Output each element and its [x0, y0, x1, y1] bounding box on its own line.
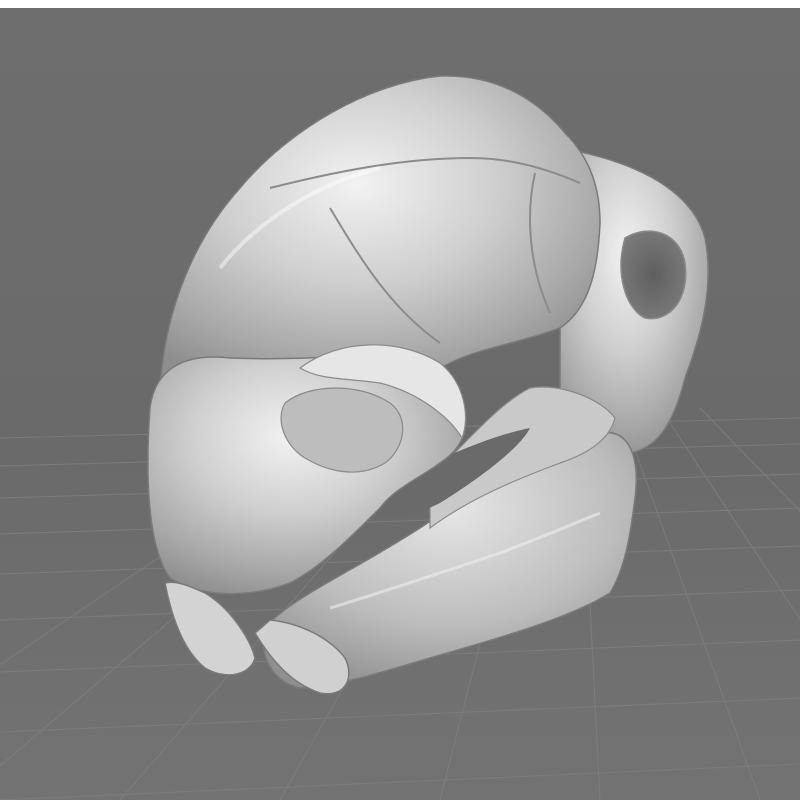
app-window	[0, 0, 800, 800]
viewport-canvas[interactable]	[0, 8, 800, 800]
skull-3d-model[interactable]	[147, 75, 709, 695]
3d-viewport[interactable]	[0, 8, 800, 800]
